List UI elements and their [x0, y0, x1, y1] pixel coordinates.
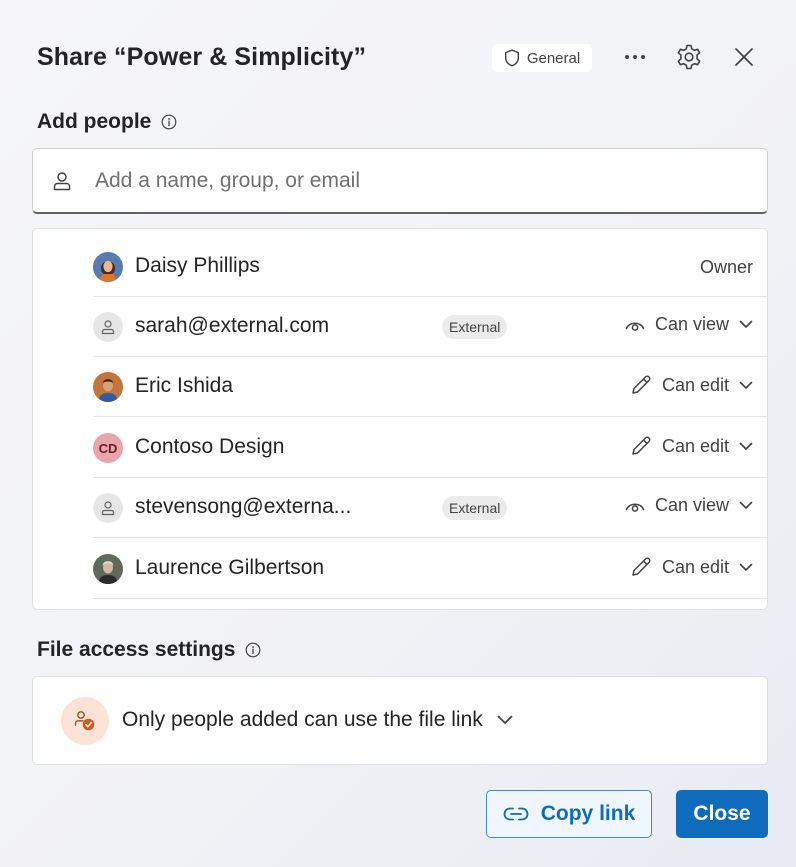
permission-dropdown[interactable]: Can edit — [630, 556, 753, 578]
copy-link-label: Copy link — [540, 802, 636, 825]
permission-dropdown[interactable]: Can edit — [630, 435, 753, 457]
gear-icon — [675, 43, 703, 71]
dialog-title: Share “Power & Simplicity” — [37, 43, 367, 71]
info-icon[interactable] — [161, 114, 177, 130]
eye-icon — [625, 318, 645, 332]
copy-link-button[interactable]: Copy link — [486, 790, 652, 838]
avatar — [93, 554, 123, 584]
permission-dropdown[interactable]: Can edit — [630, 374, 753, 396]
people-check-icon — [61, 697, 109, 745]
avatar — [93, 493, 123, 523]
file-access-heading: File access settings — [37, 638, 261, 662]
more-options-button[interactable] — [617, 39, 653, 75]
list-item: sarah@external.com External Can view — [93, 297, 767, 357]
eye-icon — [625, 499, 645, 513]
close-button[interactable]: Close — [676, 790, 768, 838]
dialog-close-button[interactable] — [726, 39, 762, 75]
share-dialog: Share “Power & Simplicity” General Add p… — [0, 0, 796, 867]
list-item: Eric Ishida Can edit — [93, 357, 767, 417]
chevron-down-icon — [739, 442, 753, 451]
sensitivity-badge[interactable]: General — [492, 44, 592, 72]
list-item: Daisy Phillips Owner — [93, 237, 767, 297]
list-item: stevensong@externa... External Can view — [93, 478, 767, 538]
add-people-heading: Add people — [37, 110, 177, 134]
person-name: Daisy Phillips — [135, 254, 260, 277]
pencil-icon — [630, 556, 652, 578]
avatar — [93, 252, 123, 282]
external-tag: External — [442, 496, 508, 520]
link-icon — [503, 807, 529, 821]
file-access-label: File access settings — [37, 638, 236, 661]
settings-button[interactable] — [671, 39, 707, 75]
person-icon — [51, 170, 73, 192]
file-link-access-dropdown[interactable]: Only people added can use the file link — [122, 708, 513, 732]
person-name: Contoso Design — [135, 435, 285, 458]
permission-label: Can view — [654, 495, 729, 515]
info-icon[interactable] — [245, 642, 261, 658]
close-icon — [734, 47, 754, 67]
chevron-down-icon — [739, 320, 753, 329]
list-item: Laurence Gilbertson Can edit — [93, 539, 767, 599]
add-people-input[interactable] — [93, 167, 697, 194]
person-name: stevensong@externa... — [135, 495, 352, 518]
chevron-down-icon — [739, 501, 753, 510]
pencil-icon — [630, 374, 652, 396]
person-name: Eric Ishida — [135, 374, 234, 397]
permission-dropdown[interactable]: Can view — [625, 495, 753, 516]
avatar — [93, 372, 123, 402]
pencil-icon — [630, 435, 652, 457]
file-access-setting: Only people added can use the file link — [122, 708, 483, 731]
chevron-down-icon — [739, 563, 753, 572]
people-list: Daisy Phillips Owner sarah@external.com … — [32, 228, 768, 610]
person-icon — [100, 500, 116, 516]
person-icon — [100, 319, 116, 335]
list-item: CD Contoso Design Can edit — [93, 418, 767, 478]
people-picker[interactable] — [32, 148, 768, 214]
avatar: CD — [93, 433, 123, 463]
file-access-card: Only people added can use the file link — [32, 676, 768, 765]
permission-label: Can view — [654, 314, 729, 334]
permission-label: Can edit — [661, 556, 729, 577]
chevron-down-icon — [739, 381, 753, 390]
shield-icon — [504, 49, 520, 67]
permission-label: Can edit — [661, 435, 729, 456]
owner-role: Owner — [699, 257, 753, 277]
permission-dropdown[interactable]: Can view — [625, 314, 753, 335]
sensitivity-label: General — [526, 49, 581, 67]
more-horizontal-icon — [624, 54, 646, 60]
avatar — [93, 312, 123, 342]
person-name: Laurence Gilbertson — [135, 556, 325, 579]
add-people-label: Add people — [37, 110, 152, 133]
person-name: sarah@external.com — [135, 314, 330, 337]
permission-label: Can edit — [661, 374, 729, 395]
external-tag: External — [442, 315, 508, 339]
chevron-down-icon — [497, 715, 513, 725]
